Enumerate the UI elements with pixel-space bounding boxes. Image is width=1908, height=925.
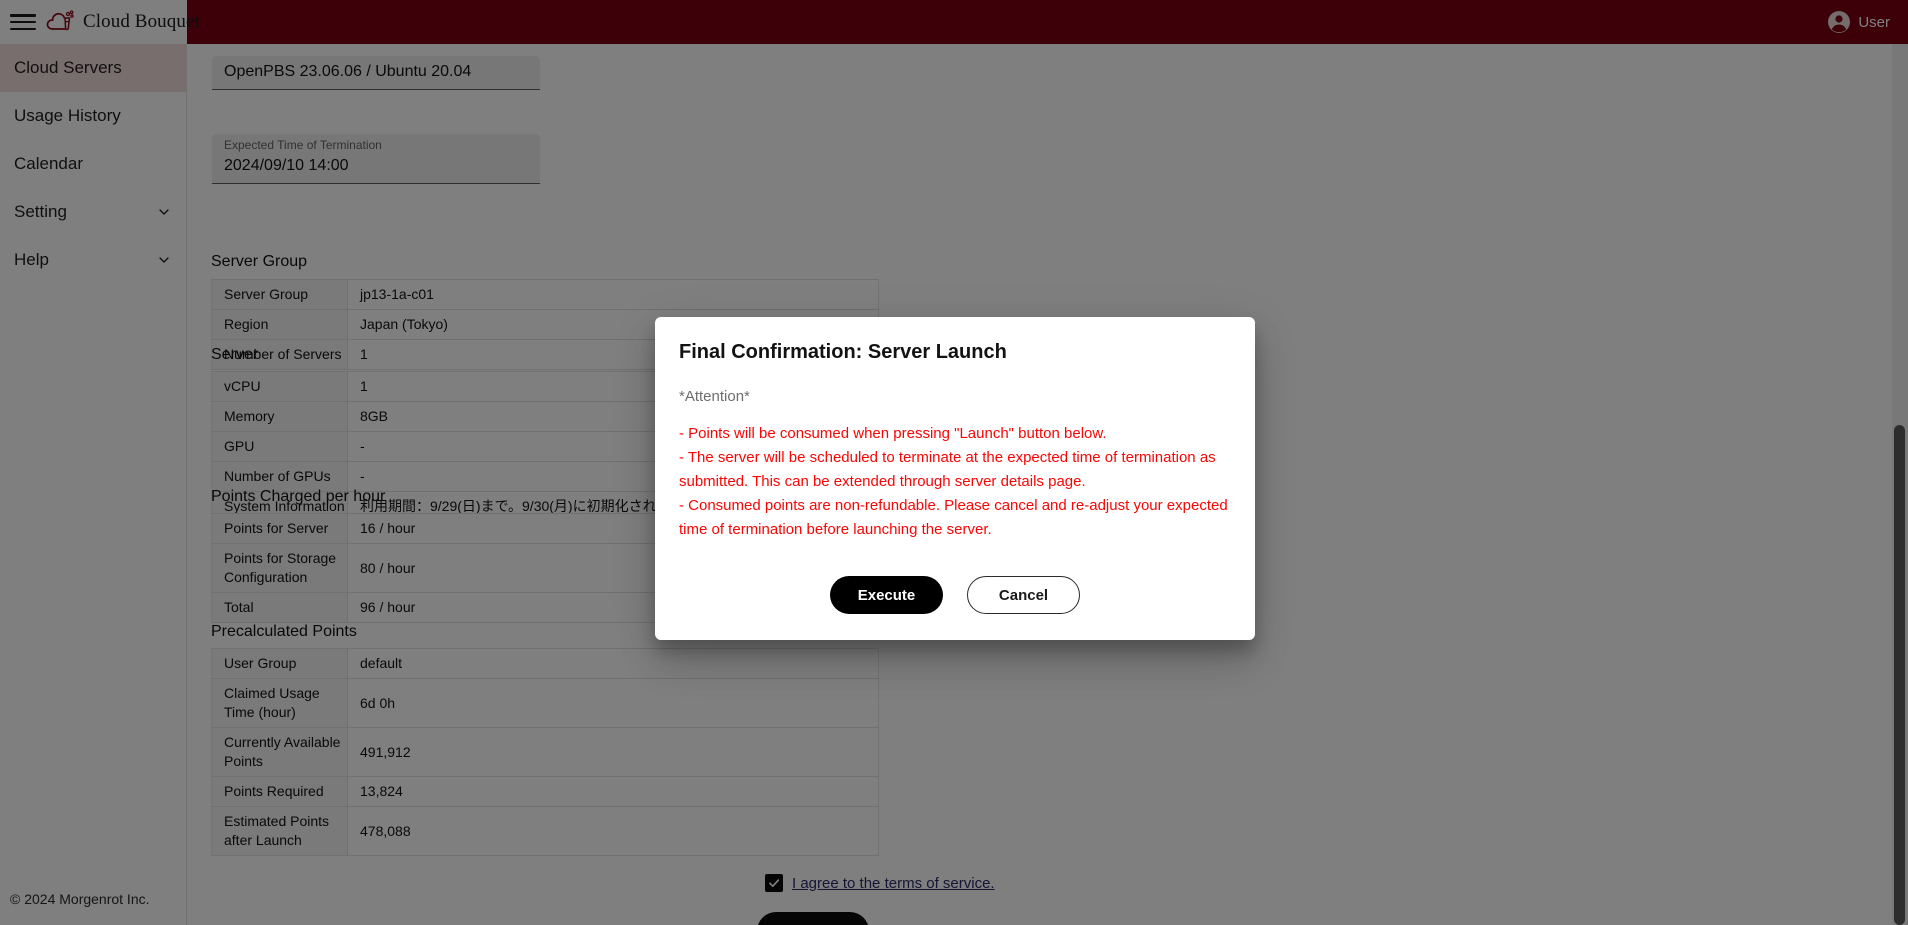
dialog-warning-line: - The server will be scheduled to termin… xyxy=(679,449,1216,490)
dialog-action-buttons: Execute Cancel xyxy=(679,576,1231,614)
dialog-warning-line: - Points will be consumed when pressing … xyxy=(679,425,1107,442)
dialog-title: Final Confirmation: Server Launch xyxy=(679,341,1007,363)
final-confirmation-dialog: Final Confirmation: Server Launch *Atten… xyxy=(655,317,1255,640)
dialog-warning-line: - Consumed points are non-refundable. Pl… xyxy=(679,497,1228,538)
cancel-button[interactable]: Cancel xyxy=(967,576,1080,614)
execute-button[interactable]: Execute xyxy=(830,576,943,614)
dialog-warning-text: - Points will be consumed when pressing … xyxy=(679,422,1231,542)
dialog-attention-label: *Attention* xyxy=(679,388,750,405)
